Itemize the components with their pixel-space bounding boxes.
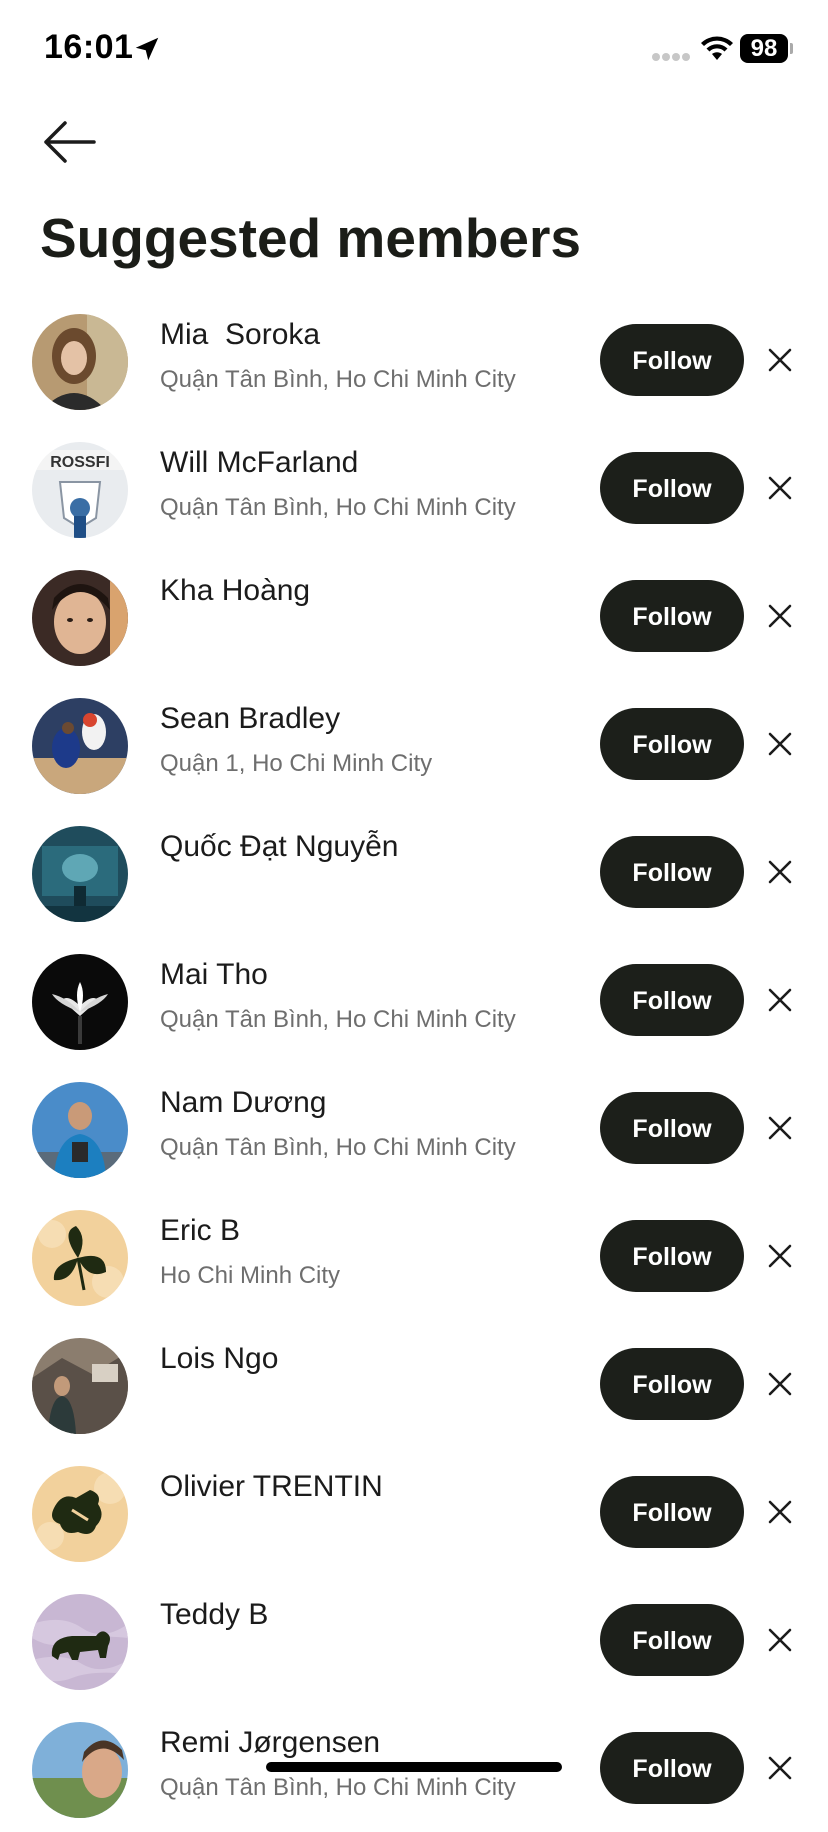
default-avatar[interactable] bbox=[32, 1210, 128, 1306]
member-row[interactable]: Nam Dương Quận Tân Bình, Ho Chi Minh Cit… bbox=[0, 1064, 828, 1192]
member-location: Quận Tân Bình, Ho Chi Minh City bbox=[160, 1006, 516, 1033]
avatar[interactable] bbox=[32, 1082, 128, 1178]
member-name[interactable]: Nam Dương bbox=[160, 1086, 326, 1120]
avatar[interactable]: ROSSFI bbox=[32, 442, 128, 538]
avatar[interactable] bbox=[32, 698, 128, 794]
dismiss-icon[interactable] bbox=[764, 1108, 796, 1148]
cellular-signal-icon bbox=[652, 53, 690, 61]
dismiss-icon[interactable] bbox=[764, 1748, 796, 1788]
dismiss-icon[interactable] bbox=[764, 1364, 796, 1404]
member-row[interactable]: ROSSFI Will McFarland Quận Tân Bình, Ho … bbox=[0, 424, 828, 552]
avatar[interactable] bbox=[32, 1722, 128, 1818]
member-row[interactable]: Olivier TRENTIN Follow bbox=[0, 1448, 828, 1576]
dismiss-icon[interactable] bbox=[764, 852, 796, 892]
member-name[interactable]: Teddy B bbox=[160, 1598, 268, 1632]
default-avatar[interactable] bbox=[32, 1594, 128, 1690]
member-name[interactable]: Eric B bbox=[160, 1214, 240, 1248]
dismiss-icon[interactable] bbox=[764, 980, 796, 1020]
member-name[interactable]: Lois Ngo bbox=[160, 1342, 278, 1376]
follow-button[interactable]: Follow bbox=[600, 1348, 744, 1420]
member-row[interactable]: Teddy B Follow bbox=[0, 1576, 828, 1704]
member-name[interactable]: Kha Hoàng bbox=[160, 574, 310, 608]
status-bar: 16:01 98 bbox=[0, 0, 828, 100]
member-row[interactable]: Sean Bradley Quận 1, Ho Chi Minh City Fo… bbox=[0, 680, 828, 808]
member-location: Quận Tân Bình, Ho Chi Minh City bbox=[160, 1774, 516, 1801]
member-location: Ho Chi Minh City bbox=[160, 1262, 341, 1289]
svg-text:ROSSFI: ROSSFI bbox=[50, 454, 110, 471]
follow-button[interactable]: Follow bbox=[600, 324, 744, 396]
follow-button[interactable]: Follow bbox=[600, 1476, 744, 1548]
member-location: Quận 1, Ho Chi Minh City bbox=[160, 750, 433, 777]
page-title: Suggested members bbox=[40, 207, 582, 269]
follow-button[interactable]: Follow bbox=[600, 964, 744, 1036]
dismiss-icon[interactable] bbox=[764, 340, 796, 380]
battery-level: 98 bbox=[740, 34, 788, 63]
member-row[interactable]: Mia Soroka Quận Tân Bình, Ho Chi Minh Ci… bbox=[0, 296, 828, 424]
dismiss-icon[interactable] bbox=[764, 468, 796, 508]
follow-button[interactable]: Follow bbox=[600, 1092, 744, 1164]
back-arrow-icon[interactable] bbox=[40, 112, 100, 172]
wifi-icon bbox=[701, 36, 733, 60]
member-name[interactable]: Mai Tho bbox=[160, 958, 268, 992]
dismiss-icon[interactable] bbox=[764, 1236, 796, 1276]
dismiss-icon[interactable] bbox=[764, 1492, 796, 1532]
follow-button[interactable]: Follow bbox=[600, 1732, 744, 1804]
avatar[interactable] bbox=[32, 826, 128, 922]
member-row[interactable]: Mai Tho Quận Tân Bình, Ho Chi Minh City … bbox=[0, 936, 828, 1064]
member-name[interactable]: Olivier TRENTIN bbox=[160, 1470, 383, 1504]
member-name[interactable]: Sean Bradley bbox=[160, 702, 340, 736]
member-row[interactable]: Kha Hoàng Follow bbox=[0, 552, 828, 680]
member-location: Quận Tân Bình, Ho Chi Minh City bbox=[160, 494, 516, 521]
member-name[interactable]: Will McFarland bbox=[160, 446, 358, 480]
follow-button[interactable]: Follow bbox=[600, 708, 744, 780]
member-name[interactable]: Mia Soroka bbox=[160, 318, 320, 352]
member-location: Quận Tân Bình, Ho Chi Minh City bbox=[160, 1134, 516, 1161]
member-location: Quận Tân Bình, Ho Chi Minh City bbox=[160, 366, 516, 393]
follow-button[interactable]: Follow bbox=[600, 580, 744, 652]
battery-tip bbox=[790, 43, 793, 54]
dismiss-icon[interactable] bbox=[764, 596, 796, 636]
follow-button[interactable]: Follow bbox=[600, 1220, 744, 1292]
member-name[interactable]: Quốc Đạt Nguyễn bbox=[160, 830, 398, 864]
home-indicator[interactable] bbox=[266, 1762, 562, 1772]
avatar[interactable] bbox=[32, 314, 128, 410]
battery-indicator: 98 bbox=[740, 34, 793, 64]
avatar[interactable] bbox=[32, 570, 128, 666]
location-arrow-icon bbox=[135, 37, 159, 61]
follow-button[interactable]: Follow bbox=[600, 452, 744, 524]
member-list: Mia Soroka Quận Tân Bình, Ho Chi Minh Ci… bbox=[0, 296, 828, 1832]
avatar[interactable] bbox=[32, 954, 128, 1050]
member-row[interactable]: Quốc Đạt Nguyễn Follow bbox=[0, 808, 828, 936]
default-avatar[interactable] bbox=[32, 1466, 128, 1562]
follow-button[interactable]: Follow bbox=[600, 1604, 744, 1676]
member-row[interactable]: Lois Ngo Follow bbox=[0, 1320, 828, 1448]
dismiss-icon[interactable] bbox=[764, 1620, 796, 1660]
follow-button[interactable]: Follow bbox=[600, 836, 744, 908]
member-row[interactable]: Eric B Ho Chi Minh City Follow bbox=[0, 1192, 828, 1320]
status-time: 16:01 bbox=[44, 28, 134, 66]
member-name[interactable]: Remi Jørgensen bbox=[160, 1726, 380, 1760]
dismiss-icon[interactable] bbox=[764, 724, 796, 764]
avatar[interactable] bbox=[32, 1338, 128, 1434]
